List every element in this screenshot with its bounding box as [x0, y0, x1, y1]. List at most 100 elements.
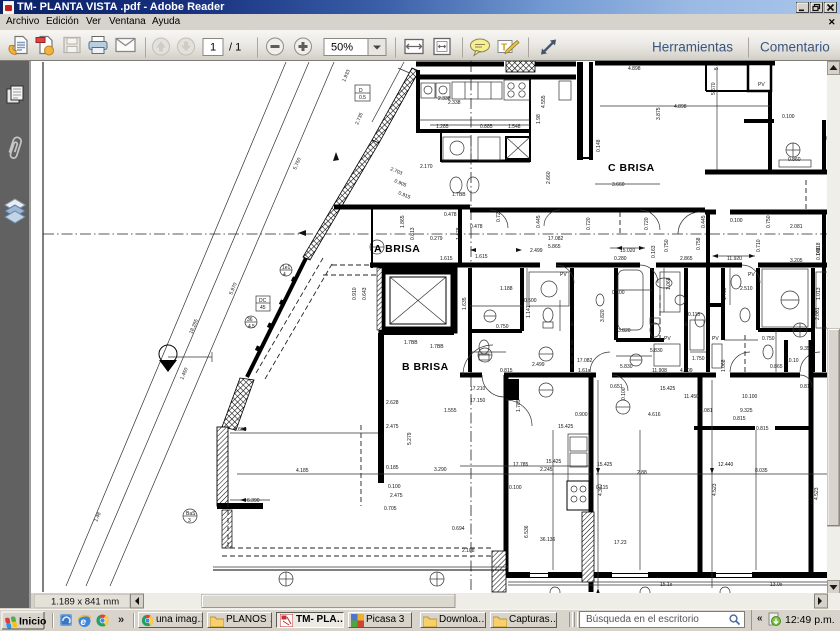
svg-text:4.616: 4.616 — [648, 412, 661, 418]
svg-text:B BRISA: B BRISA — [402, 361, 449, 373]
svg-text:9.350: 9.350 — [800, 346, 813, 352]
svg-text:6.536: 6.536 — [524, 525, 530, 538]
svg-text:0.643: 0.643 — [362, 287, 368, 300]
svg-text:0.860: 0.860 — [788, 157, 801, 163]
svg-text:0.865: 0.865 — [770, 364, 783, 370]
svg-text:6.390: 6.390 — [247, 498, 260, 504]
svg-text:0.100: 0.100 — [509, 485, 522, 491]
svg-text:3.205: 3.205 — [790, 258, 803, 264]
svg-text:0.705: 0.705 — [384, 506, 397, 512]
svg-text:17.23: 17.23 — [614, 540, 627, 546]
svg-text:0.445: 0.445 — [536, 215, 542, 228]
svg-text:15.425: 15.425 — [660, 386, 676, 392]
svg-text:0.148: 0.148 — [596, 139, 602, 152]
svg-text:0.815: 0.815 — [756, 426, 769, 432]
svg-text:»: » — [118, 614, 124, 626]
svg-text:0.100: 0.100 — [621, 387, 627, 400]
svg-text:1.7BB: 1.7BB — [430, 344, 444, 350]
svg-text:1.750: 1.750 — [692, 356, 705, 362]
svg-text:3.875: 3.875 — [656, 107, 662, 120]
svg-text:5.830: 5.830 — [620, 364, 633, 370]
svg-text:4.185: 4.185 — [296, 468, 309, 474]
svg-text:0.710: 0.710 — [756, 239, 762, 252]
svg-text:0.100: 0.100 — [612, 290, 625, 296]
svg-text:PV: PV — [758, 82, 765, 88]
svg-text:PV: PV — [748, 272, 755, 278]
svg-text:1.068: 1.068 — [666, 277, 672, 290]
svg-text:2.628: 2.628 — [386, 400, 399, 406]
svg-text:2.475: 2.475 — [386, 424, 399, 430]
svg-text:1.865: 1.865 — [400, 215, 406, 228]
svg-text:0.100: 0.100 — [388, 484, 401, 490]
svg-text:3.820: 3.820 — [618, 328, 631, 334]
svg-text:1.555: 1.555 — [444, 408, 457, 414]
svg-text:5.830: 5.830 — [650, 348, 663, 354]
svg-text:2.499: 2.499 — [530, 248, 543, 254]
svg-text:Comentario: Comentario — [760, 40, 830, 55]
svg-text:Inicio: Inicio — [19, 616, 46, 628]
svg-text:4.898: 4.898 — [674, 104, 687, 110]
svg-text:0.720: 0.720 — [496, 209, 502, 222]
svg-text:0.758: 0.758 — [696, 237, 702, 250]
svg-text:1.068: 1.068 — [721, 359, 727, 372]
svg-text:17.210: 17.210 — [470, 386, 486, 392]
svg-text:e: e — [81, 617, 87, 628]
svg-text:1.013: 1.013 — [816, 287, 822, 300]
svg-text:5.865: 5.865 — [548, 244, 561, 250]
svg-text:4.5: 4.5 — [248, 324, 255, 330]
svg-text:PV: PV — [664, 336, 671, 342]
svg-text:50%: 50% — [331, 42, 353, 54]
svg-text:2.510: 2.510 — [740, 286, 753, 292]
svg-text:1.98: 1.98 — [536, 114, 542, 124]
svg-text:0.815: 0.815 — [800, 384, 813, 390]
svg-text:2.865: 2.865 — [680, 256, 693, 262]
svg-text:1.188: 1.188 — [500, 286, 513, 292]
svg-text:0.500: 0.500 — [524, 298, 537, 304]
svg-text:D: D — [359, 88, 363, 94]
svg-text:17.082: 17.082 — [577, 358, 593, 364]
svg-text:2.88: 2.88 — [637, 470, 647, 476]
svg-text:A BRISA: A BRISA — [374, 243, 420, 255]
svg-text:2.475: 2.475 — [390, 493, 403, 499]
svg-text:10.10: 10.10 — [786, 358, 799, 364]
svg-text:2.499: 2.499 — [532, 362, 545, 368]
svg-text:0.750: 0.750 — [762, 336, 775, 342]
svg-text:17.150: 17.150 — [470, 398, 486, 404]
svg-text:5.670: 5.670 — [711, 82, 717, 95]
svg-text:PV: PV — [712, 336, 719, 342]
svg-text:11.920: 11.920 — [727, 256, 742, 262]
svg-text:2.081: 2.081 — [700, 408, 713, 414]
svg-text:0.115: 0.115 — [688, 312, 700, 318]
svg-text:0.750: 0.750 — [766, 215, 772, 228]
svg-text:3.660: 3.660 — [612, 182, 625, 188]
svg-text:1.7BB: 1.7BB — [404, 340, 418, 346]
svg-text:Herramientas: Herramientas — [652, 40, 733, 55]
svg-text:3: 3 — [188, 518, 191, 524]
svg-text:4.555: 4.555 — [541, 95, 547, 108]
svg-text:17.785: 17.785 — [513, 462, 529, 468]
svg-text:0.750: 0.750 — [496, 324, 509, 330]
svg-text:1.635: 1.635 — [462, 297, 468, 310]
svg-text:0.148: 0.148 — [816, 247, 822, 260]
svg-text:2.245: 2.245 — [540, 467, 553, 473]
svg-text:1.785: 1.785 — [516, 399, 522, 412]
svg-text:15.425: 15.425 — [558, 424, 574, 430]
svg-text:0.5: 0.5 — [359, 95, 366, 101]
svg-text:0.750: 0.750 — [664, 239, 670, 252]
svg-text:4: 4 — [283, 272, 286, 278]
svg-text:0.694: 0.694 — [452, 526, 465, 532]
svg-text:5.279: 5.279 — [407, 432, 413, 445]
svg-text:2.081: 2.081 — [790, 224, 803, 230]
svg-text:12.440: 12.440 — [718, 462, 734, 468]
svg-text:0.900: 0.900 — [575, 412, 588, 418]
svg-text:0.445: 0.445 — [701, 215, 707, 228]
svg-text:4.709: 4.709 — [680, 368, 693, 374]
svg-text:0.478: 0.478 — [470, 224, 483, 230]
svg-text:1.61x: 1.61x — [578, 368, 591, 374]
svg-text:0.813: 0.813 — [410, 227, 416, 240]
svg-text:1.7BB: 1.7BB — [452, 192, 466, 198]
svg-text:15.1x: 15.1x — [660, 582, 673, 588]
svg-text:15.020: 15.020 — [620, 248, 636, 254]
svg-text:3.820: 3.820 — [600, 309, 606, 322]
svg-text:3.290: 3.290 — [434, 467, 447, 473]
